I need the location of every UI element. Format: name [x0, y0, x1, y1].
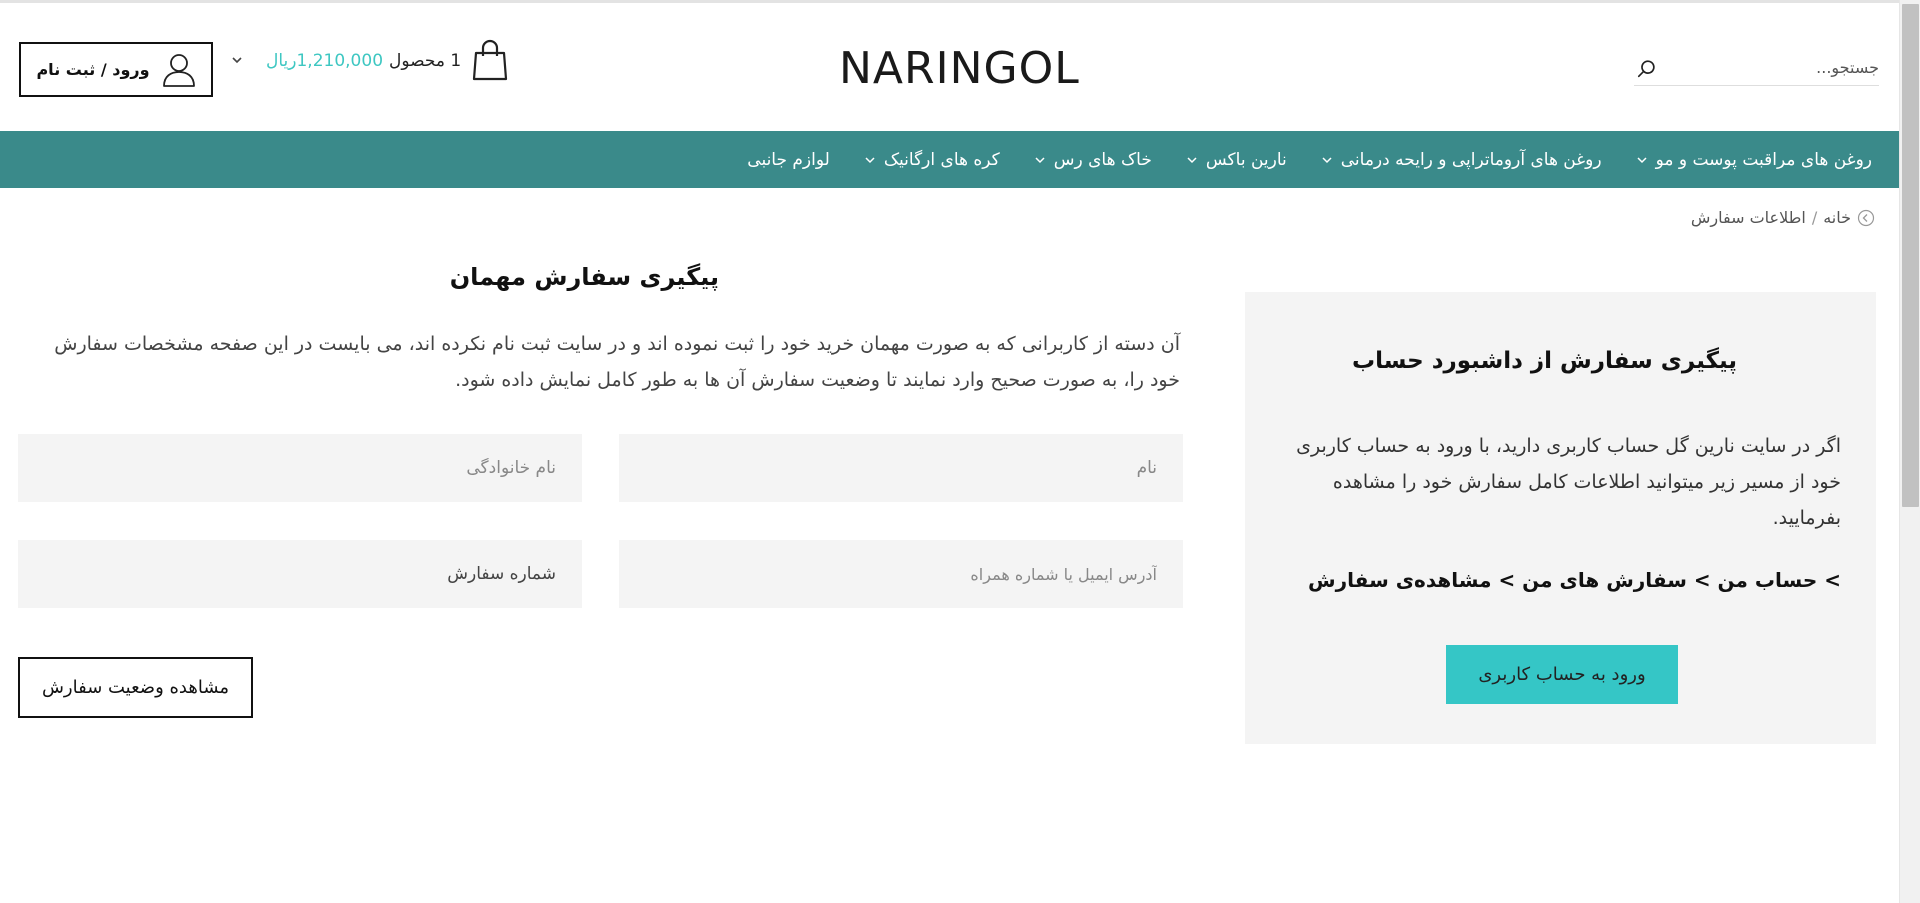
dashboard-tracking-panel: پیگیری سفارش از داشبورد حساب اگر در سایت… — [1245, 292, 1876, 744]
panel-description: اگر در سایت نارین گل حساب کاربری دارید، … — [1296, 435, 1841, 529]
view-order-status-button[interactable]: مشاهده وضعیت سفارش — [18, 657, 253, 718]
nav-item-label: خاک های رس — [1053, 149, 1152, 170]
nav-item-label: روغن های آروماتراپی و رایحه درمانی — [1340, 149, 1602, 170]
shopping-bag-icon[interactable] — [470, 39, 510, 81]
site-logo[interactable]: NARINGOL — [839, 43, 1079, 95]
breadcrumb: خانه / اطلاعات سفارش — [1691, 208, 1875, 227]
chevron-down-icon — [1322, 156, 1332, 163]
last-name-field[interactable] — [18, 434, 582, 502]
guest-tracking-title: پیگیری سفارش مهمان — [449, 263, 719, 291]
search-bar — [1634, 50, 1879, 86]
nav-item-label: لوازم جانبی — [747, 149, 830, 170]
login-account-button[interactable]: ورود به حساب کاربری — [1446, 645, 1678, 704]
cart-summary[interactable]: 1 محصول 1,210,000ریال — [266, 51, 461, 71]
guest-tracking-description: آن دسته از کاربرانی که به صورت مهمان خری… — [54, 333, 1180, 391]
main-navigation: روغن های مراقبت پوست و مو روغن های آروما… — [0, 131, 1899, 188]
nav-item-label: روغن های مراقبت پوست و مو — [1655, 149, 1872, 170]
nav-item-label: کره های ارگانیک — [883, 149, 1000, 170]
nav-item-aromatherapy-oils[interactable]: روغن های آروماتراپی و رایحه درمانی — [1321, 150, 1602, 170]
login-register-button[interactable]: ورود / ثبت نام — [19, 42, 213, 97]
page-scrollbar[interactable] — [1899, 0, 1920, 903]
cart-price: 1,210,000ریال — [266, 51, 384, 71]
nav-item-narin-box[interactable]: نارین باکس — [1186, 150, 1287, 170]
nav-item-accessories[interactable]: لوازم جانبی — [747, 150, 830, 170]
chevron-down-icon — [1035, 156, 1045, 163]
chevron-down-icon — [865, 156, 875, 163]
chevron-down-icon[interactable] — [230, 53, 244, 67]
user-icon — [162, 53, 195, 87]
first-name-field[interactable] — [619, 434, 1183, 502]
search-icon[interactable] — [1636, 58, 1658, 80]
nav-item-skin-hair-oils[interactable]: روغن های مراقبت پوست و مو — [1636, 150, 1872, 170]
nav-item-label: نارین باکس — [1205, 149, 1287, 170]
breadcrumb-current: اطلاعات سفارش — [1690, 208, 1806, 227]
login-register-label: ورود / ثبت نام — [36, 60, 150, 79]
order-number-field[interactable] — [18, 540, 582, 608]
breadcrumb-home-link[interactable]: خانه — [1823, 208, 1851, 227]
cart-count: 1 محصول — [389, 51, 462, 71]
email-phone-field[interactable] — [619, 540, 1183, 608]
scrollbar-thumb[interactable] — [1902, 4, 1919, 507]
breadcrumb-separator: / — [1811, 208, 1818, 227]
site-header: NARINGOL 1 محصول 1,210,000ریال ورود / ثب… — [0, 3, 1899, 131]
panel-title: پیگیری سفارش از داشبورد حساب — [1351, 348, 1737, 374]
back-arrow-icon — [1857, 209, 1875, 226]
account-path-hint: > حساب من > سفارش های من > مشاهده‌ی سفار… — [1308, 568, 1841, 592]
nav-item-organic-butters[interactable]: کره های ارگانیک — [864, 150, 1000, 170]
chevron-down-icon — [1187, 156, 1197, 163]
chevron-down-icon — [1637, 156, 1647, 163]
search-input[interactable] — [1664, 50, 1879, 84]
nav-item-clays[interactable]: خاک های رس — [1034, 150, 1152, 170]
